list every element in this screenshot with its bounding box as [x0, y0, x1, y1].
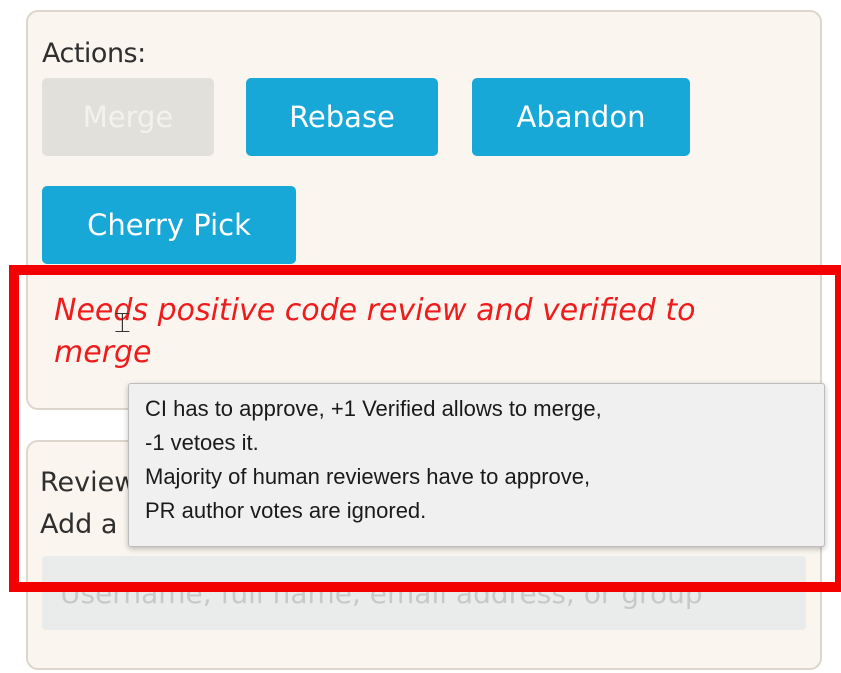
cherry-pick-button[interactable]: Cherry Pick [42, 186, 296, 264]
merge-requirements-tooltip: CI has to approve, +1 Verified allows to… [128, 383, 825, 547]
merge-button[interactable]: Merge [42, 78, 214, 156]
tooltip-line-2: -1 vetoes it. [145, 430, 259, 455]
tooltip-line-3: Majority of human reviewers have to appr… [145, 464, 591, 489]
text-cursor-icon: ⌶ [114, 306, 131, 339]
tooltip-line-4: PR author votes are ignored. [145, 498, 427, 523]
status-line-1: Needs positive code review and verified … [54, 293, 696, 328]
status-line-2: merge [54, 335, 152, 370]
rebase-button[interactable]: Rebase [246, 78, 438, 156]
actions-heading: Actions: [42, 38, 146, 69]
abandon-button[interactable]: Abandon [472, 78, 690, 156]
tooltip-line-1: CI has to approve, +1 Verified allows to… [145, 396, 602, 421]
merge-status-message: Needs positive code review and verified … [54, 290, 794, 374]
reviewer-search-input[interactable] [42, 556, 806, 630]
